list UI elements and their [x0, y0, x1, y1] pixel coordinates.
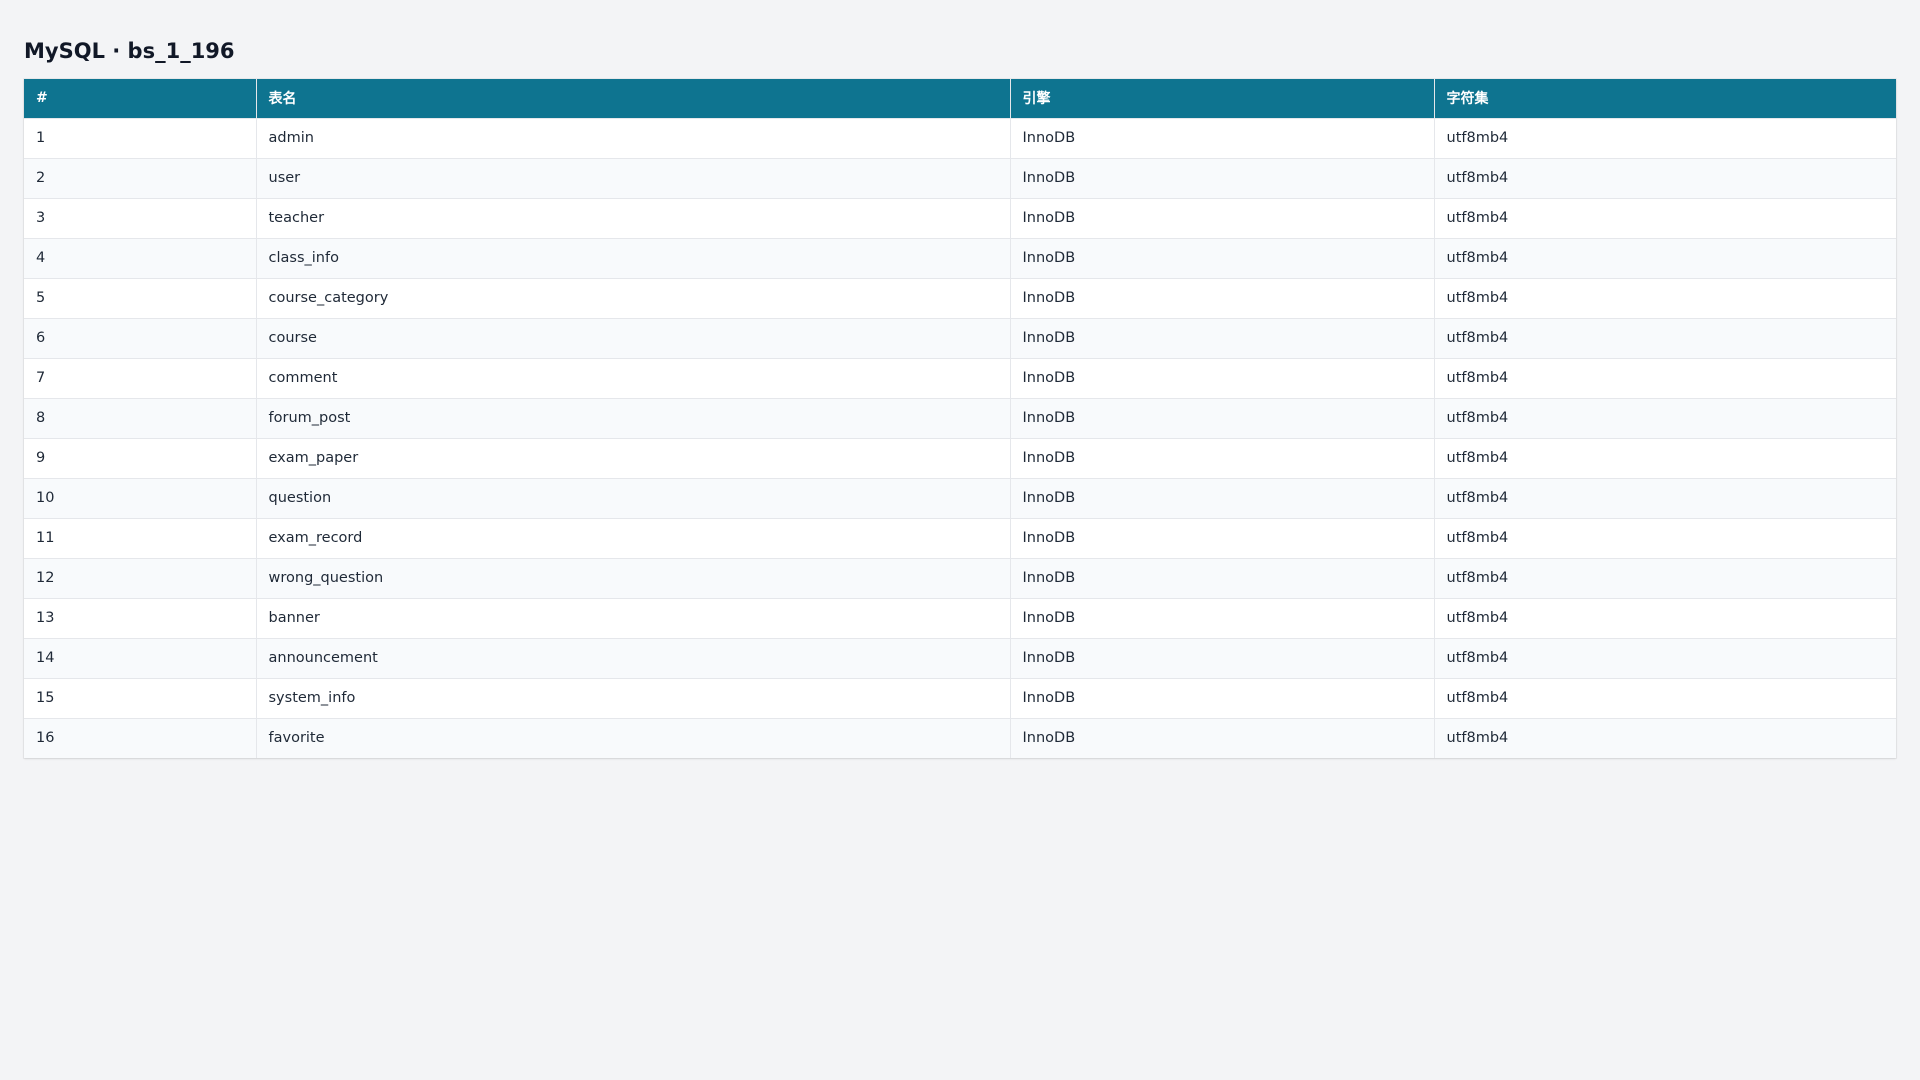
table-header: # 表名 引擎 字符集 — [24, 79, 1896, 118]
cell-engine: InnoDB — [1010, 237, 1435, 278]
cell-engine: InnoDB — [1010, 517, 1435, 558]
cell-table-name: question — [256, 477, 1011, 518]
cell-index: 14 — [24, 637, 257, 678]
cell-index: 12 — [24, 557, 257, 598]
cell-table-name: exam_record — [256, 517, 1011, 558]
table-row[interactable]: 8 forum_post InnoDB utf8mb4 — [24, 397, 1896, 438]
cell-charset: utf8mb4 — [1434, 517, 1896, 558]
column-header-charset[interactable]: 字符集 — [1434, 79, 1896, 118]
cell-table-name: system_info — [256, 677, 1011, 718]
table-row[interactable]: 1 admin InnoDB utf8mb4 — [24, 117, 1896, 158]
cell-table-name: class_info — [256, 237, 1011, 278]
cell-engine: InnoDB — [1010, 317, 1435, 358]
cell-charset: utf8mb4 — [1434, 677, 1896, 718]
cell-engine: InnoDB — [1010, 197, 1435, 238]
cell-table-name: favorite — [256, 717, 1011, 758]
cell-engine: InnoDB — [1010, 717, 1435, 758]
table-row[interactable]: 2 user InnoDB utf8mb4 — [24, 157, 1896, 198]
table-row[interactable]: 9 exam_paper InnoDB utf8mb4 — [24, 437, 1896, 478]
cell-charset: utf8mb4 — [1434, 237, 1896, 278]
table-row[interactable]: 11 exam_record InnoDB utf8mb4 — [24, 517, 1896, 558]
table-row[interactable]: 16 favorite InnoDB utf8mb4 — [24, 717, 1896, 758]
table-row[interactable]: 4 class_info InnoDB utf8mb4 — [24, 237, 1896, 278]
cell-table-name: exam_paper — [256, 437, 1011, 478]
cell-engine: InnoDB — [1010, 117, 1435, 158]
tables-table: # 表名 引擎 字符集 1 admin InnoDB utf8mb4 2 user Inno… — [24, 79, 1896, 758]
table-row[interactable]: 6 course InnoDB utf8mb4 — [24, 317, 1896, 358]
cell-charset: utf8mb4 — [1434, 357, 1896, 398]
cell-index: 15 — [24, 677, 257, 718]
table-row[interactable]: 10 question InnoDB utf8mb4 — [24, 477, 1896, 518]
cell-table-name: course_category — [256, 277, 1011, 318]
cell-table-name: admin — [256, 117, 1011, 158]
cell-index: 8 — [24, 397, 257, 438]
page-title: MySQL · bs_1_196 — [24, 39, 235, 63]
cell-index: 9 — [24, 437, 257, 478]
column-header-table-name[interactable]: 表名 — [256, 79, 1011, 118]
cell-charset: utf8mb4 — [1434, 277, 1896, 318]
cell-table-name: wrong_question — [256, 557, 1011, 598]
tables-table-container: # 表名 引擎 字符集 1 admin InnoDB utf8mb4 2 user Inno… — [24, 79, 1896, 758]
table-row[interactable]: 12 wrong_question InnoDB utf8mb4 — [24, 557, 1896, 598]
cell-engine: InnoDB — [1010, 277, 1435, 318]
cell-engine: InnoDB — [1010, 437, 1435, 478]
cell-index: 11 — [24, 517, 257, 558]
cell-charset: utf8mb4 — [1434, 317, 1896, 358]
cell-index: 13 — [24, 597, 257, 638]
cell-index: 6 — [24, 317, 257, 358]
cell-charset: utf8mb4 — [1434, 117, 1896, 158]
cell-table-name: forum_post — [256, 397, 1011, 438]
table-row[interactable]: 5 course_category InnoDB utf8mb4 — [24, 277, 1896, 318]
cell-charset: utf8mb4 — [1434, 477, 1896, 518]
cell-charset: utf8mb4 — [1434, 557, 1896, 598]
page: MySQL · bs_1_196 # 表名 引擎 字符集 1 admin InnoD… — [0, 0, 1920, 1080]
cell-engine: InnoDB — [1010, 357, 1435, 398]
column-header-index[interactable]: # — [24, 79, 257, 118]
cell-charset: utf8mb4 — [1434, 597, 1896, 638]
cell-index: 7 — [24, 357, 257, 398]
cell-charset: utf8mb4 — [1434, 717, 1896, 758]
cell-index: 16 — [24, 717, 257, 758]
column-header-engine[interactable]: 引擎 — [1010, 79, 1435, 118]
cell-engine: InnoDB — [1010, 557, 1435, 598]
cell-charset: utf8mb4 — [1434, 157, 1896, 198]
table-row[interactable]: 15 system_info InnoDB utf8mb4 — [24, 677, 1896, 718]
cell-charset: utf8mb4 — [1434, 397, 1896, 438]
cell-charset: utf8mb4 — [1434, 197, 1896, 238]
cell-index: 10 — [24, 477, 257, 518]
table-header-row: # 表名 引擎 字符集 — [24, 79, 1896, 118]
table-row[interactable]: 3 teacher InnoDB utf8mb4 — [24, 197, 1896, 238]
cell-engine: InnoDB — [1010, 597, 1435, 638]
cell-engine: InnoDB — [1010, 397, 1435, 438]
cell-table-name: user — [256, 157, 1011, 198]
cell-table-name: banner — [256, 597, 1011, 638]
cell-charset: utf8mb4 — [1434, 437, 1896, 478]
cell-table-name: announcement — [256, 637, 1011, 678]
cell-engine: InnoDB — [1010, 677, 1435, 718]
table-row[interactable]: 13 banner InnoDB utf8mb4 — [24, 597, 1896, 638]
cell-charset: utf8mb4 — [1434, 637, 1896, 678]
cell-table-name: course — [256, 317, 1011, 358]
cell-table-name: comment — [256, 357, 1011, 398]
cell-index: 5 — [24, 277, 257, 318]
table-row[interactable]: 14 announcement InnoDB utf8mb4 — [24, 637, 1896, 678]
table-row[interactable]: 7 comment InnoDB utf8mb4 — [24, 357, 1896, 398]
cell-index: 2 — [24, 157, 257, 198]
cell-index: 3 — [24, 197, 257, 238]
table-body: 1 admin InnoDB utf8mb4 2 user InnoDB utf8mb4 3 te… — [24, 117, 1896, 758]
cell-table-name: teacher — [256, 197, 1011, 238]
cell-engine: InnoDB — [1010, 477, 1435, 518]
cell-index: 1 — [24, 117, 257, 158]
cell-engine: InnoDB — [1010, 637, 1435, 678]
cell-index: 4 — [24, 237, 257, 278]
cell-engine: InnoDB — [1010, 157, 1435, 198]
